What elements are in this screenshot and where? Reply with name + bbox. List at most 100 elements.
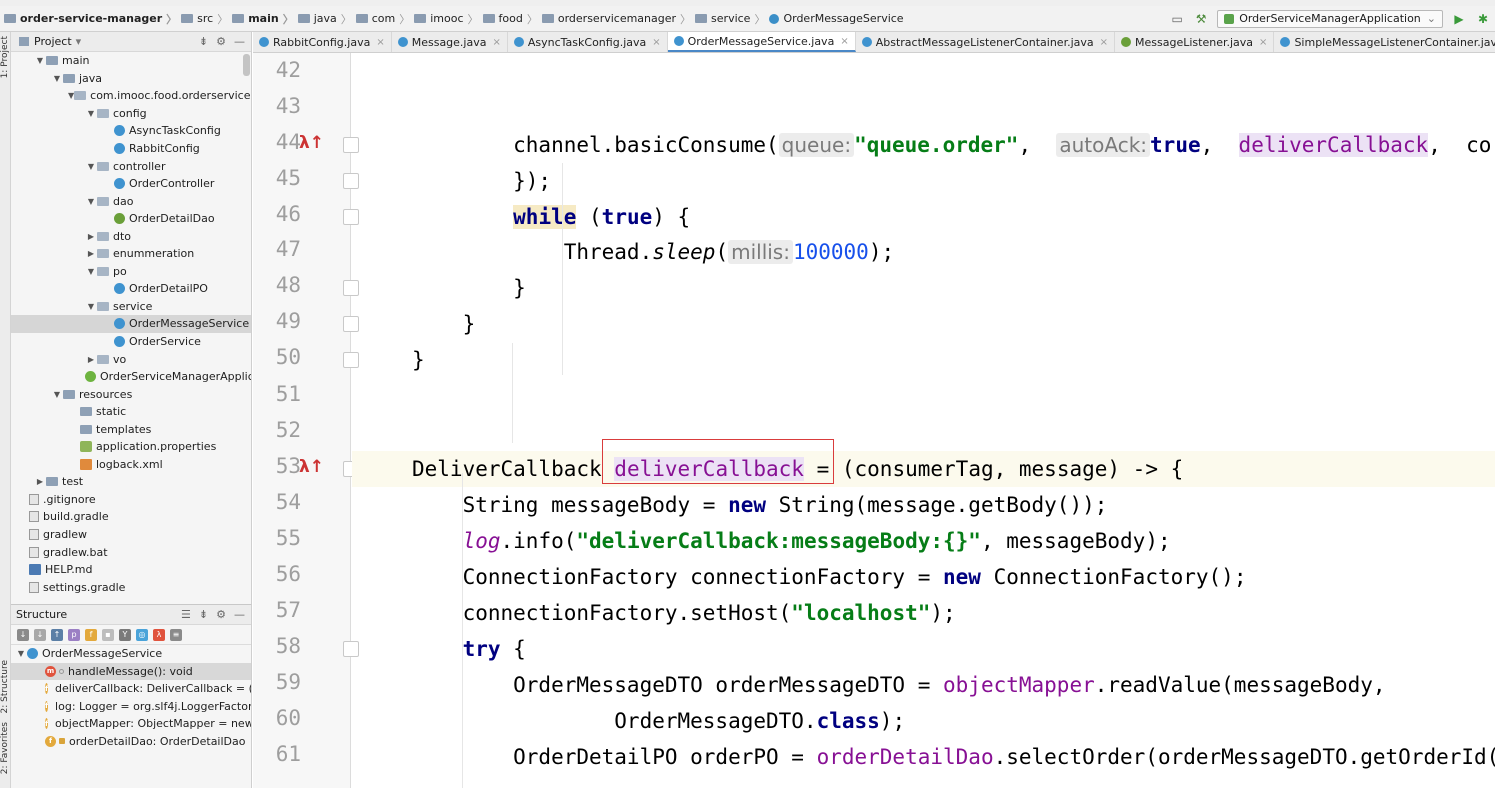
tree-item[interactable]: ▼ config — [11, 105, 251, 123]
structure-tool-button[interactable]: 2: Structure — [0, 660, 10, 714]
lambda-override-icon[interactable]: λ↑ — [299, 133, 324, 153]
chevron-down-icon[interactable]: ▼ — [85, 109, 97, 118]
breadcrumb-item[interactable]: java 〉 — [297, 11, 352, 27]
breadcrumb-item[interactable]: OrderMessageService — [769, 11, 904, 27]
run-config-select[interactable]: OrderServiceManagerApplication ⌄ — [1217, 9, 1443, 28]
editor-tab[interactable]: AsyncTaskConfig.java × — [508, 32, 668, 52]
structure-member[interactable]: m handleMessage(): void — [11, 662, 251, 680]
code-editor[interactable]: 42 43 44 λ↑ 45 46 47 48 49 50 51 52 53 λ↑ 54 55 56 57 58 59… — [253, 53, 1495, 788]
tree-item[interactable]: ▼ java — [11, 70, 251, 88]
gear-icon[interactable]: ⚙ — [216, 35, 226, 48]
scrollbar-thumb[interactable] — [243, 54, 250, 76]
chevron-down-icon[interactable]: ▼ — [51, 390, 63, 399]
lambdas-icon[interactable]: λ — [153, 628, 165, 641]
tree-item[interactable]: ▶ enummeration — [11, 245, 251, 263]
close-icon[interactable]: × — [652, 37, 660, 48]
structure-member[interactable]: f objectMapper: ObjectMapper = new — [11, 715, 251, 733]
editor-tab[interactable]: SimpleMessageListenerContainer.java× — [1274, 32, 1495, 52]
tree-item[interactable]: RabbitConfig — [11, 140, 251, 158]
code-area[interactable]: channel.basicConsume(queue: "queue.order"… — [352, 53, 1495, 788]
chevron-down-icon[interactable]: ▼ — [85, 162, 97, 171]
project-tool-button[interactable]: 1: Project — [0, 36, 10, 78]
favorites-tool-button[interactable]: 2: Favorites — [0, 722, 10, 774]
minimize-icon[interactable]: — — [234, 608, 245, 621]
tree-item[interactable]: OrderService — [11, 333, 251, 351]
tree-item[interactable]: .gitignore — [11, 491, 251, 509]
minimize-icon[interactable]: — — [234, 35, 245, 48]
tree-item[interactable]: HELP.md — [11, 561, 251, 579]
structure-member[interactable]: f deliverCallback: DeliverCallback = (c — [11, 680, 251, 698]
close-icon[interactable]: × — [1100, 37, 1108, 48]
breadcrumb-item[interactable]: main 〉 — [232, 11, 294, 27]
chevron-down-icon[interactable]: ▼ — [85, 302, 97, 311]
tree-item[interactable]: application.properties — [11, 438, 251, 456]
tree-item[interactable]: ▶ dto — [11, 227, 251, 245]
close-icon[interactable]: × — [1259, 37, 1267, 48]
chevron-down-icon[interactable]: ▼ — [34, 56, 46, 65]
tree-item[interactable]: logback.xml — [11, 456, 251, 474]
structure-member[interactable]: f orderDetailDao: OrderDetailDao — [11, 733, 251, 751]
tree-item[interactable]: ▶ test — [11, 473, 251, 491]
tree-item[interactable]: OrderServiceManagerApplication — [11, 368, 251, 386]
lambda-override-icon[interactable]: λ↑ — [299, 457, 324, 477]
tree-item[interactable]: ▼com.imooc.food.orderservicemanager — [11, 87, 251, 105]
tree-item[interactable]: ▼ dao — [11, 192, 251, 210]
editor-tab[interactable]: OrderMessageService.java × — [667, 32, 856, 52]
collapse-all-icon[interactable]: ⇟ — [199, 608, 208, 621]
tree-item[interactable]: settings.gradle — [11, 578, 251, 596]
tree-item[interactable]: templates — [11, 420, 251, 438]
show-fields-icon[interactable]: f — [85, 628, 97, 641]
close-icon[interactable]: × — [840, 36, 848, 47]
tree-item[interactable]: OrderController — [11, 175, 251, 193]
anonymous-classes-icon[interactable]: ◎ — [136, 628, 148, 641]
tree-item[interactable]: ▼ service — [11, 298, 251, 316]
chevron-right-icon[interactable]: ▶ — [85, 249, 97, 258]
chevron-right-icon[interactable]: ▶ — [85, 232, 97, 241]
expand-all-icon[interactable]: ☰ — [181, 608, 191, 621]
editor-tab[interactable]: Message.java × — [392, 32, 508, 52]
editor-tab[interactable]: MessageListener.java × — [1115, 32, 1275, 52]
chevron-right-icon[interactable]: ▶ — [34, 477, 46, 486]
breadcrumb-item[interactable]: imooc 〉 — [414, 11, 479, 27]
list-icon[interactable]: ≡ — [170, 628, 182, 641]
chevron-down-icon[interactable]: ▾ — [76, 35, 82, 48]
tree-item[interactable]: gradlew — [11, 526, 251, 544]
tree-item[interactable]: gradlew.bat — [11, 543, 251, 561]
close-icon[interactable]: × — [376, 37, 384, 48]
sort-alpha-icon[interactable]: ↓ — [17, 628, 29, 641]
tree-item[interactable]: OrderMessageService — [11, 315, 251, 333]
tree-item[interactable]: OrderDetailDao — [11, 210, 251, 228]
breadcrumb-item[interactable]: com 〉 — [355, 11, 410, 27]
breadcrumb-project[interactable]: order-service-manager 〉 — [4, 11, 177, 27]
gear-icon[interactable]: ⚙ — [216, 608, 226, 621]
close-icon[interactable]: × — [492, 37, 500, 48]
tree-item[interactable]: ▼ controller — [11, 157, 251, 175]
chevron-down-icon[interactable]: ▼ — [85, 197, 97, 206]
tree-item[interactable]: ▼ resources — [11, 385, 251, 403]
debug-icon[interactable]: ✱ — [1475, 11, 1491, 27]
breadcrumb-item[interactable]: food 〉 — [482, 11, 538, 27]
tree-item[interactable]: ▶ vo — [11, 350, 251, 368]
tree-item[interactable]: static — [11, 403, 251, 421]
chevron-down-icon[interactable]: ▼ — [51, 74, 63, 83]
collapse-all-icon[interactable]: ⇟ — [199, 35, 208, 48]
chevron-down-icon[interactable]: ▼ — [85, 267, 97, 276]
project-view-select[interactable]: Project — [34, 35, 72, 48]
breadcrumb-item[interactable]: src 〉 — [181, 11, 228, 27]
breadcrumb-item[interactable]: orderservicemanager 〉 — [541, 11, 691, 27]
structure-member[interactable]: f log: Logger = org.slf4j.LoggerFactor — [11, 698, 251, 716]
hammer-icon[interactable]: ⚒ — [1193, 11, 1209, 27]
tree-item[interactable]: ▼ po — [11, 263, 251, 281]
run-icon[interactable]: ▶ — [1451, 11, 1467, 27]
editor-tab[interactable]: RabbitConfig.java × — [253, 32, 392, 52]
tree-item[interactable]: OrderDetailPO — [11, 280, 251, 298]
sort-visibility-icon[interactable]: ↓ — [34, 628, 46, 641]
hierarchy-icon[interactable]: Y — [119, 628, 131, 641]
tree-item[interactable]: build.gradle — [11, 508, 251, 526]
tree-item[interactable]: ▼ main — [11, 52, 251, 70]
structure-root[interactable]: ▼ OrderMessageService — [11, 645, 251, 663]
breadcrumb-item[interactable]: service 〉 — [695, 11, 765, 27]
show-inherited-icon[interactable]: ↑ — [51, 628, 63, 641]
show-non-public-icon[interactable]: ▪ — [102, 628, 114, 641]
editor-tab[interactable]: AbstractMessageListenerContainer.java × — [856, 32, 1116, 52]
